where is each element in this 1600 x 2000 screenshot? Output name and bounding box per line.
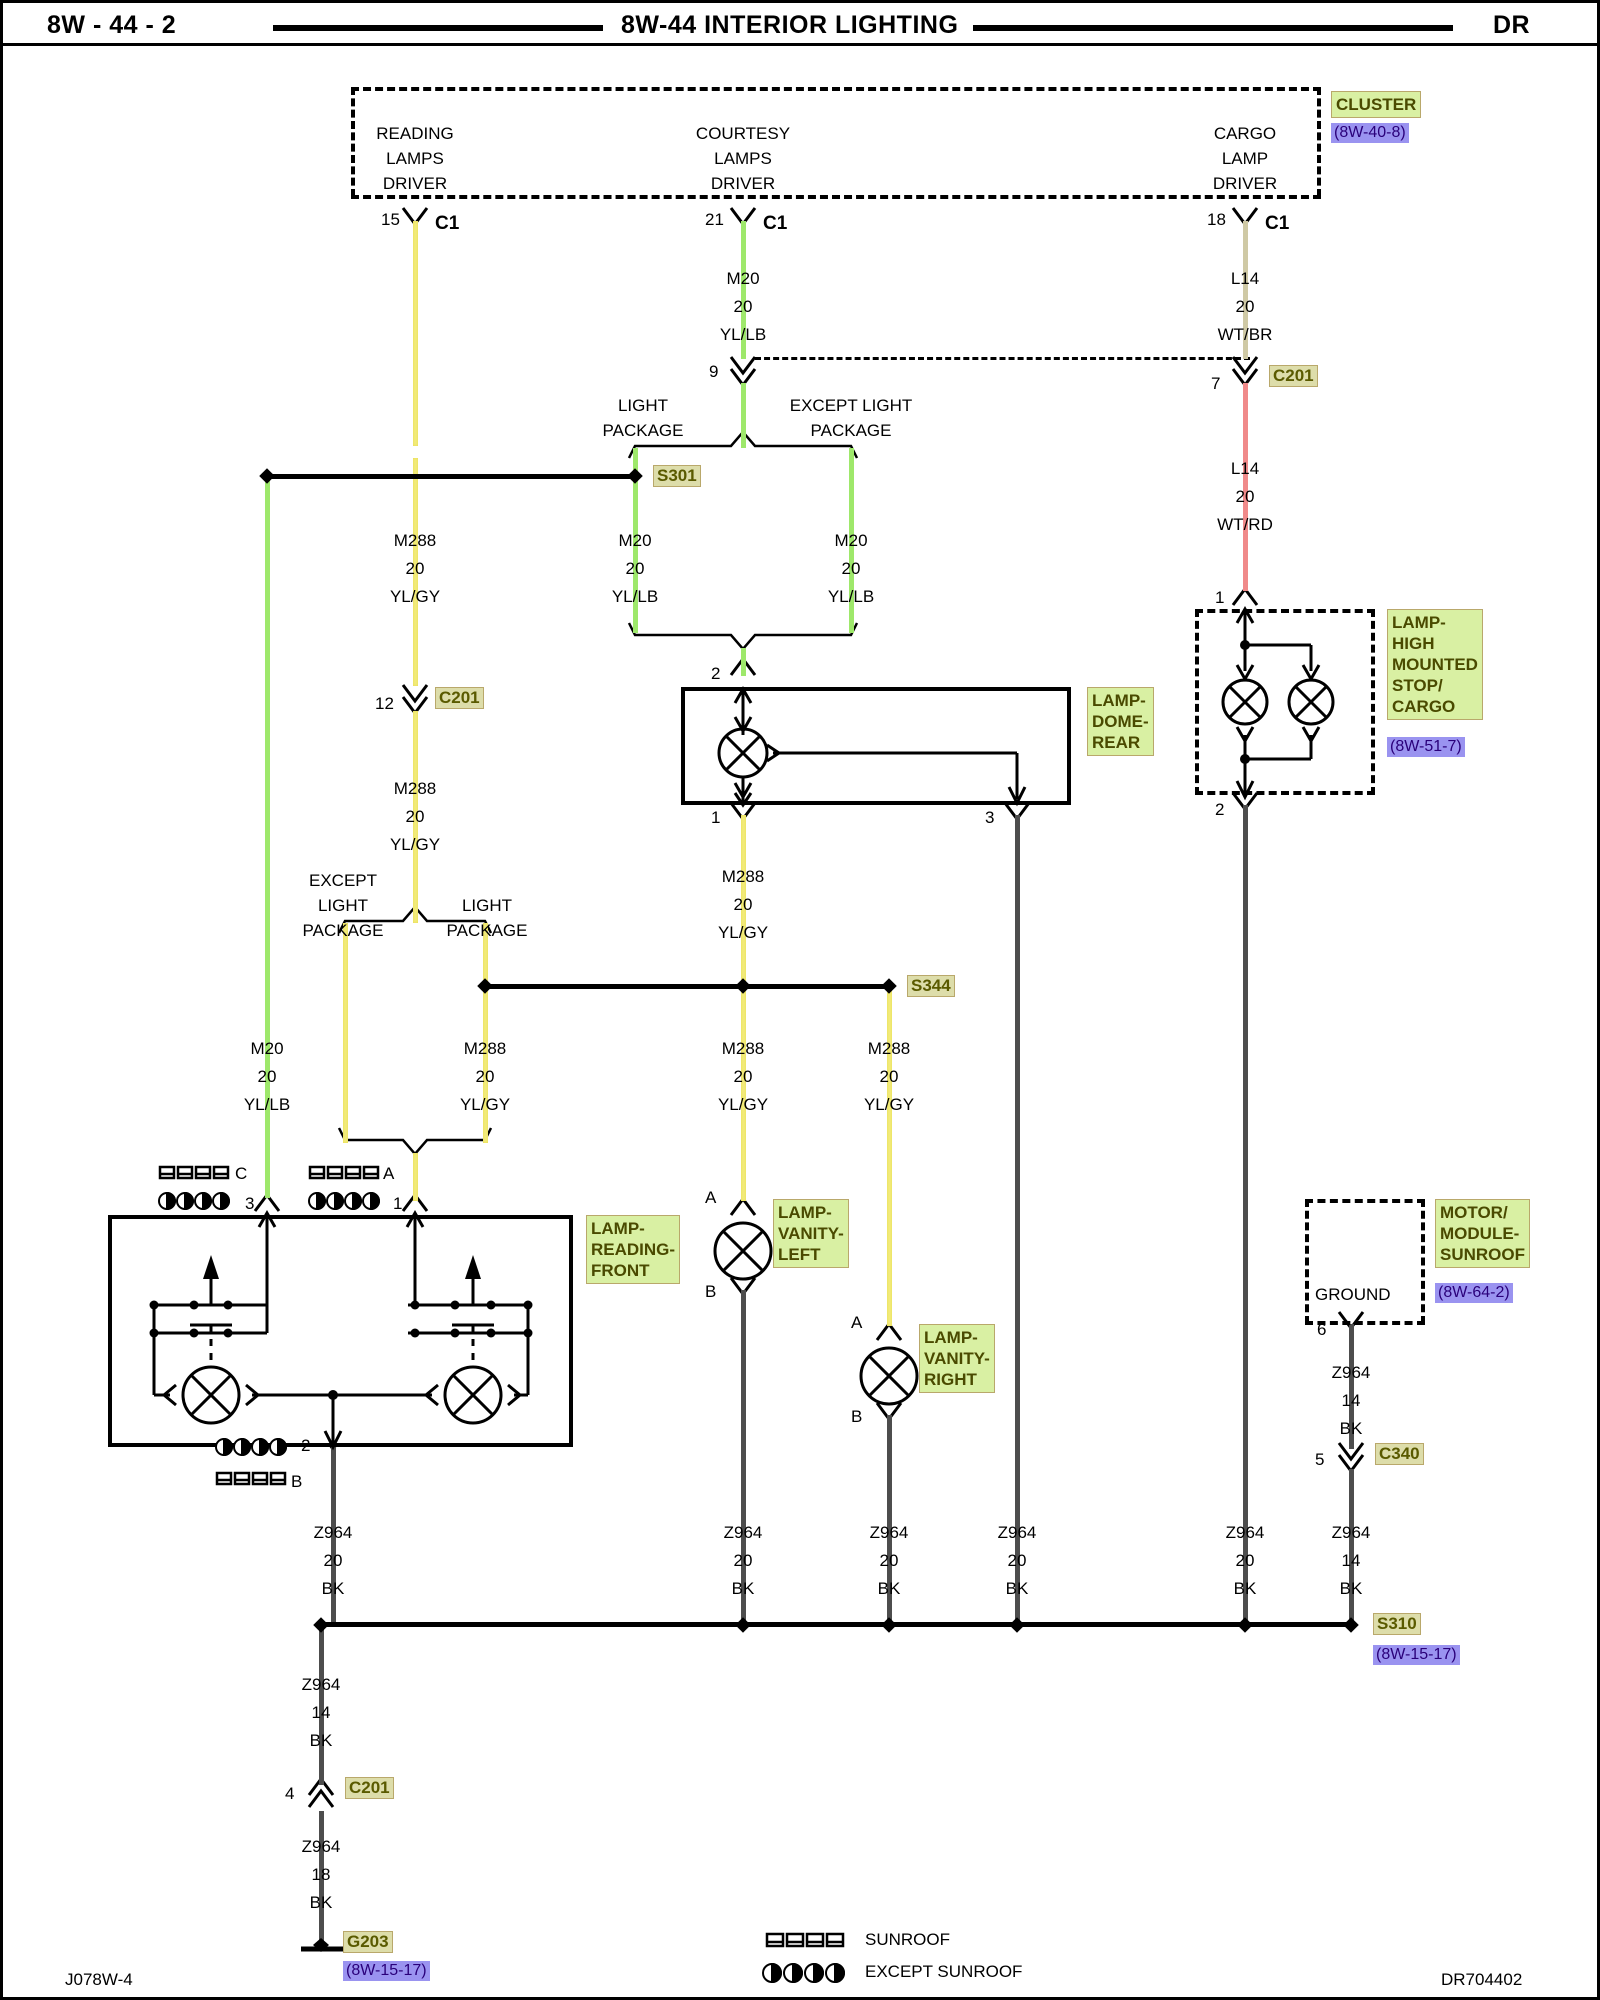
vanity-left-pin-a: A [705, 1188, 717, 1207]
cluster-driver-2-connector: C1 [1265, 213, 1290, 234]
lamp-hmsl-callout: LAMP- HIGH MOUNTED STOP/ CARGO [1387, 609, 1483, 720]
wire-m288-reading-pin1 [413, 1153, 418, 1201]
lamp-dome-rear-internals [717, 685, 1027, 808]
wire-label-m288-reading-a: M288 20 YL/GY [459, 1039, 511, 1114]
wire-label-m20-left: M20 20 YL/LB [243, 1039, 291, 1114]
wire-label-m20-courtesy: M20 20 YL/LB [719, 269, 767, 344]
sunroof-ground-pin: 6 [1317, 1320, 1327, 1339]
courtesy-split-pin: 9 [709, 362, 719, 381]
sunroof-box-right [1421, 1199, 1425, 1324]
legend-label-sunroof: SUNROOF [865, 1930, 950, 1949]
wire-label-z964-sunroof-upper: Z964 14 BK [1331, 1363, 1371, 1438]
splice-bus-s344 [483, 984, 891, 989]
wire-label-l14-wtrd: L14 20 WT/RD [1217, 459, 1273, 534]
lamp-vanity-left-symbol [713, 1221, 773, 1281]
vanity-right-pin-a: A [851, 1313, 863, 1332]
lamp-vanity-right-callout: LAMP- VANITY- RIGHT [919, 1324, 995, 1393]
wire-label-z964-sunroof-lower: Z964 14 BK [1331, 1523, 1371, 1598]
wire-label-m288-vanity-left: M288 20 YL/GY [717, 1039, 769, 1114]
splice-bus-s301 [265, 474, 637, 479]
wire-label-m288-dome1: M288 20 YL/GY [717, 867, 769, 942]
hmsl-pin-2: 2 [1215, 800, 1225, 819]
wire-label-m288-reading-upper: M288 20 YL/GY [389, 531, 441, 606]
wire-label-m20-light-package: M20 20 YL/LB [611, 531, 659, 606]
cluster-driver-2-pin: 18 [1207, 210, 1226, 229]
cluster-driver-0-pin: 15 [381, 210, 400, 229]
sunroof-box-top [1305, 1199, 1425, 1203]
lamp-hmsl-internals [1221, 605, 1335, 801]
option-label-light-package-reading: LIGHT PACKAGE [446, 896, 528, 940]
splice-ref-s310: (8W-15-17) [1373, 1645, 1460, 1665]
wire-label-z964-g203-upper: Z964 14 BK [301, 1675, 341, 1750]
ground-label-g203: G203 [343, 1931, 393, 1953]
hmsl-pin-1: 1 [1215, 588, 1225, 607]
dome-pin-2: 2 [711, 664, 721, 683]
lamp-dome-rear-callout: LAMP- DOME- REAR [1087, 687, 1154, 756]
vanity-left-pin-b: B [705, 1282, 717, 1301]
wire-label-m288-vanity-right: M288 20 YL/GY [863, 1039, 915, 1114]
dome-pin-3: 3 [985, 808, 995, 827]
diagram-sheet: 8W - 44 - 2 8W-44 INTERIOR LIGHTING DR C… [0, 0, 1600, 2000]
vanity-right-pin-b: B [851, 1407, 863, 1426]
motor-module-sunroof-callout: MOTOR/ MODULE- SUNROOF [1435, 1199, 1530, 1268]
connector-label-c201-ground: C201 [345, 1777, 394, 1799]
option-label-light-package-top: LIGHT PACKAGE [602, 396, 684, 440]
lamp-hmsl-ref: (8W-51-7) [1387, 737, 1465, 757]
sunroof-box-left [1305, 1199, 1309, 1324]
wire-label-z964-g203-lower: Z964 18 BK [301, 1837, 341, 1912]
splice-label-s301: S301 [653, 465, 701, 487]
wire-label-m288-reading-lower: M288 20 YL/GY [389, 779, 441, 854]
connector-pin-c201-reading: 12 [375, 694, 394, 713]
wire-label-m20-except-light-package: M20 20 YL/LB [827, 531, 875, 606]
splice-label-s310: S310 [1373, 1613, 1421, 1635]
footer-page-id: DR704402 [1441, 1970, 1523, 1989]
connector-pin-c201-courtesy: 7 [1211, 374, 1221, 393]
wire-m20-courtesy-seg2 [741, 383, 746, 448]
lamp-vanity-right-symbol [859, 1346, 919, 1406]
connector-label-c201-courtesy: C201 [1269, 365, 1318, 387]
lamp-vanity-left-callout: LAMP- VANITY- LEFT [773, 1199, 849, 1268]
dome-pin-1: 1 [711, 808, 721, 827]
wire-m20-dome-feed [741, 648, 746, 676]
wire-m288-reading-seg1 [413, 221, 418, 446]
wire-m288-except-light-pkg [343, 923, 348, 1143]
cluster-driver-1-pin: 21 [705, 210, 724, 229]
connector-glyph-layer [253, 207, 1365, 1808]
motor-module-sunroof-ref: (8W-64-2) [1435, 1283, 1513, 1303]
footer-drawing-id: J078W-4 [65, 1970, 133, 1989]
sunroof-bar-icon-reading-b [215, 1471, 287, 1486]
option-label-except-light-package-top: EXCEPT LIGHT PACKAGE [789, 396, 913, 440]
wire-label-z964-reading: Z964 20 BK [313, 1523, 353, 1598]
except-sunroof-circle-icon-reading-c [158, 1191, 230, 1211]
lamp-reading-front-callout: LAMP- READING- FRONT [586, 1215, 681, 1284]
reading-pin-3: 3 [245, 1194, 255, 1213]
wire-z964-dome3-gnd [1015, 815, 1020, 1623]
wire-label-z964-vanity-left: Z964 20 BK [723, 1523, 763, 1598]
reading-pin-1: 1 [393, 1194, 403, 1213]
cluster-driver-1-connector: C1 [763, 213, 788, 234]
wire-label-z964-hmsl: Z964 20 BK [1225, 1523, 1265, 1598]
reading-pin-2: 2 [301, 1436, 311, 1455]
connector-pin-c201-ground: 4 [285, 1784, 295, 1803]
connector-label-c201-reading: C201 [435, 687, 484, 709]
wire-label-l14-wtbr: L14 20 WT/BR [1217, 269, 1273, 344]
wire-z964-hmsl-gnd [1243, 805, 1248, 1623]
splice-label-s344: S344 [907, 975, 955, 997]
cluster-driver-0-connector: C1 [435, 213, 460, 234]
except-sunroof-circle-icon-reading-a [308, 1191, 380, 1211]
wire-label-z964-vanity-right: Z964 20 BK [869, 1523, 909, 1598]
legend-label-except-sunroof: EXCEPT SUNROOF [865, 1962, 1023, 1981]
sunroof-ground-label: GROUND [1313, 1285, 1393, 1304]
lamp-reading-front-internals [149, 1209, 533, 1451]
connector-label-c340: C340 [1375, 1443, 1424, 1465]
except-sunroof-circle-icon [762, 1962, 845, 1984]
sunroof-bar-icon [765, 1932, 845, 1948]
ground-ref-g203: (8W-15-17) [343, 1961, 430, 1981]
connector-pin-c340: 5 [1315, 1450, 1325, 1469]
splice-bus-s310 [319, 1622, 1353, 1627]
option-label-except-light-package-reading: EXCEPT LIGHT PACKAGE [302, 871, 384, 940]
except-sunroof-circle-icon-reading-b [215, 1437, 287, 1457]
wire-label-z964-dome3: Z964 20 BK [997, 1523, 1037, 1598]
